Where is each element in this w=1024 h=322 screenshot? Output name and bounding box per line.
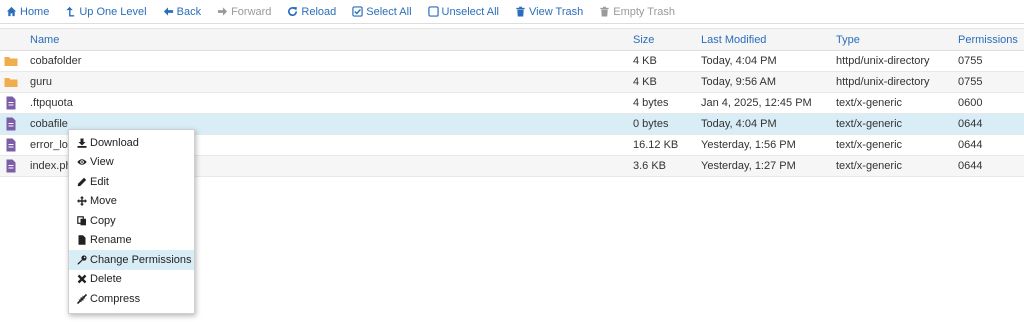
select-all-button-label: Select All — [366, 5, 412, 18]
file-last-modified: Yesterday, 1:27 PM — [701, 160, 796, 172]
menu-item-view[interactable]: View — [69, 153, 194, 173]
reload-icon — [288, 6, 298, 17]
file-type: httpd/unix-directory — [836, 76, 930, 88]
file-permissions: 0600 — [958, 97, 983, 109]
unselect-all-button-label: Unselect All — [441, 5, 500, 18]
move-icon — [77, 196, 87, 207]
copy-icon — [77, 215, 86, 226]
back-button-label: Back — [176, 5, 202, 18]
file-type: text/x-generic — [836, 97, 903, 109]
file-type: text/x-generic — [836, 139, 903, 151]
column-header-name[interactable]: Name — [30, 34, 59, 46]
home-button-label: Home — [20, 5, 50, 18]
file-type: httpd/unix-directory — [836, 55, 930, 67]
file-last-modified: Today, 4:04 PM — [701, 55, 777, 67]
file-name: cobafolder — [30, 55, 82, 67]
menu-item-label: Download — [90, 136, 139, 149]
file-size: 4 KB — [633, 76, 657, 88]
file-size: 3.6 KB — [633, 160, 667, 172]
menu-item-label: Rename — [90, 234, 132, 247]
pencil-icon — [77, 177, 87, 186]
file-name: cobafile — [30, 118, 68, 130]
home-icon — [6, 6, 17, 17]
menu-item-download[interactable]: Download — [69, 133, 194, 153]
download-icon — [77, 138, 87, 148]
trash-icon — [516, 6, 525, 17]
context-menu: Download View Edit Move Copy Rename Chan… — [68, 129, 195, 314]
eye-icon — [77, 159, 87, 165]
unselect-all-button[interactable]: Unselect All — [427, 5, 500, 18]
folder-icon — [4, 57, 18, 66]
file-type: text/x-generic — [836, 160, 903, 172]
column-header-size[interactable]: Size — [633, 34, 654, 46]
menu-item-move[interactable]: Move — [69, 192, 194, 212]
folder-icon — [4, 78, 18, 87]
file-last-modified: Yesterday, 1:56 PM — [701, 139, 796, 151]
checkbox-checked-icon — [352, 6, 363, 17]
column-header-last-modified[interactable]: Last Modified — [701, 34, 766, 46]
compress-icon — [77, 293, 87, 304]
empty-trash-button[interactable]: Empty Trash — [599, 6, 675, 18]
file-type: text/x-generic — [836, 118, 903, 130]
menu-item-label: Compress — [90, 292, 141, 305]
file-permissions: 0755 — [958, 55, 983, 67]
table-row[interactable]: guru 4 KB Today, 9:56 AM httpd/unix-dire… — [0, 72, 1024, 93]
up-one-level-button[interactable]: Up One Level — [65, 5, 147, 18]
file-manager-toolbar: Home Up One Level Back Forward Reload Se… — [0, 0, 1024, 24]
level-up-icon — [66, 6, 75, 17]
menu-item-delete[interactable]: Delete — [69, 270, 194, 290]
reload-button-label: Reload — [301, 5, 337, 18]
file-size: 4 bytes — [633, 97, 669, 109]
file-icon — [6, 117, 16, 131]
file-size: 0 bytes — [633, 118, 669, 130]
file-permissions: 0755 — [958, 76, 983, 88]
table-header: Name Size Last Modified Type Permissions — [0, 29, 1024, 51]
reload-button[interactable]: Reload — [287, 6, 336, 18]
arrow-right-icon — [217, 7, 228, 16]
menu-item-rename[interactable]: Rename — [69, 231, 194, 251]
menu-item-copy[interactable]: Copy — [69, 211, 194, 231]
file-icon — [78, 235, 86, 245]
file-size: 16.12 KB — [633, 139, 679, 151]
file-icon — [6, 159, 16, 173]
menu-item-change-permissions[interactable]: Change Permissions — [69, 250, 194, 270]
file-last-modified: Today, 4:04 PM — [701, 118, 777, 130]
menu-item-label: Change Permissions — [90, 253, 192, 266]
file-name: .ftpquota — [30, 97, 73, 109]
file-permissions: 0644 — [958, 139, 983, 151]
empty-trash-button-label: Empty Trash — [613, 5, 675, 18]
menu-item-label: Edit — [90, 175, 109, 188]
menu-item-label: View — [90, 156, 114, 169]
file-name: guru — [30, 76, 53, 88]
home-button[interactable]: Home — [6, 6, 49, 18]
file-icon — [6, 138, 16, 152]
file-last-modified: Today, 9:56 AM — [701, 76, 777, 88]
column-header-permissions[interactable]: Permissions — [958, 34, 1018, 46]
view-trash-button[interactable]: View Trash — [515, 6, 583, 18]
menu-item-compress[interactable]: Compress — [69, 289, 194, 309]
checkbox-empty-icon — [427, 6, 439, 17]
table-row[interactable]: cobafolder 4 KB Today, 4:04 PM httpd/uni… — [0, 51, 1024, 72]
forward-button[interactable]: Forward — [217, 6, 271, 18]
close-icon — [77, 274, 87, 284]
forward-button-label: Forward — [231, 5, 272, 18]
menu-item-label: Copy — [90, 214, 116, 227]
file-last-modified: Jan 4, 2025, 12:45 PM — [701, 97, 812, 109]
file-permissions: 0644 — [958, 160, 983, 172]
back-button[interactable]: Back — [163, 6, 201, 18]
arrow-left-icon — [163, 7, 173, 16]
table-row[interactable]: .ftpquota 4 bytes Jan 4, 2025, 12:45 PM … — [0, 93, 1024, 114]
file-icon — [6, 96, 16, 110]
select-all-button[interactable]: Select All — [352, 5, 412, 18]
up-one-level-button-label: Up One Level — [79, 5, 147, 18]
view-trash-button-label: View Trash — [529, 5, 584, 18]
column-header-type[interactable]: Type — [836, 34, 860, 46]
file-permissions: 0644 — [958, 118, 983, 130]
trash-icon — [600, 6, 609, 17]
menu-item-label: Move — [90, 195, 117, 208]
menu-item-edit[interactable]: Edit — [69, 172, 194, 192]
key-icon — [77, 255, 87, 265]
menu-item-label: Delete — [90, 273, 122, 286]
file-size: 4 KB — [633, 55, 657, 67]
